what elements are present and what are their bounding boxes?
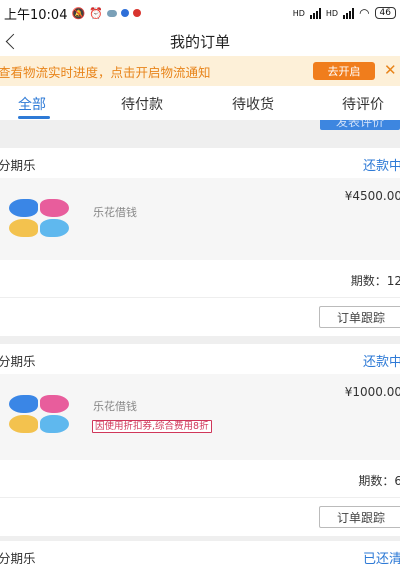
order-header: 分期乐 还款中	[0, 344, 400, 374]
installment-periods: 期数：12	[350, 274, 400, 288]
tab-pending-payment[interactable]: 待付款	[121, 94, 163, 114]
network-type-2: HD	[325, 8, 339, 18]
period-row: 期数：6	[0, 460, 400, 498]
network-type-1: HD	[292, 8, 305, 18]
order-status: 还款中	[362, 159, 400, 174]
logistics-banner: 查看物流实时进度，点击开启物流通知 去开启 ✕	[0, 56, 400, 86]
shop-name: 分期乐	[0, 354, 36, 369]
order-tabs: 全部 待付款 待收货 待评价	[0, 86, 400, 120]
lehua-logo-icon	[9, 395, 71, 433]
status-time: 上午10:04	[4, 7, 68, 23]
notification-icons: 🔕 ⏰	[71, 6, 141, 20]
mute-icon: 🔕	[71, 6, 86, 20]
enable-notification-button[interactable]: 去开启	[313, 62, 375, 80]
tab-all[interactable]: 全部	[18, 94, 46, 114]
product-price: ¥4500.00	[344, 189, 400, 203]
active-tab-indicator	[18, 116, 50, 119]
installment-periods: 期数：6	[358, 474, 400, 488]
chat-app-icon	[106, 9, 117, 17]
product-price: ¥1000.00	[344, 385, 400, 399]
app-icon-blue	[120, 9, 129, 17]
close-icon[interactable]: ✕	[384, 61, 397, 79]
tab-pending-review[interactable]: 待评价	[342, 94, 384, 114]
period-row: 期数：12	[0, 260, 400, 298]
order-tracking-button[interactable]: 订单跟踪	[319, 306, 400, 328]
order-card[interactable]: 分期乐 还款中 乐花借钱 ¥1000.00 因使用折扣券,综合费用8折 期数：6…	[0, 344, 400, 536]
order-product[interactable]: 乐花借钱 ¥4500.00	[0, 178, 400, 260]
wifi-icon: ◠	[359, 6, 370, 20]
order-header: 分期乐 还款中	[0, 148, 400, 178]
tab-pending-receipt[interactable]: 待收货	[232, 94, 274, 114]
back-arrow-icon[interactable]	[0, 28, 21, 54]
signal-icon-2	[343, 7, 355, 19]
lehua-logo-icon	[9, 199, 71, 237]
write-review-button[interactable]: 发表评价	[320, 120, 400, 130]
order-card[interactable]: 分期乐 已还清	[0, 541, 400, 565]
page-title: 我的订单	[169, 32, 230, 51]
status-bar: 上午10:04 🔕 ⏰ HD HD ◠ 46	[0, 0, 400, 26]
order-product[interactable]: 乐花借钱 ¥1000.00 因使用折扣券,综合费用8折	[0, 374, 400, 460]
shop-name: 分期乐	[0, 158, 36, 173]
product-name: 乐花借钱	[93, 206, 137, 219]
action-row: 订单跟踪	[0, 298, 400, 336]
discount-tag: 因使用折扣券,综合费用8折	[92, 420, 212, 433]
status-right: HD HD ◠ 46	[293, 6, 396, 20]
signal-icon	[309, 7, 321, 19]
order-header: 分期乐 已还清	[0, 541, 400, 565]
battery-icon: 46	[374, 7, 396, 19]
nav-bar: 我的订单	[0, 26, 400, 56]
alarm-icon: ⏰	[89, 6, 103, 20]
order-list[interactable]: 发表评价 分期乐 还款中 乐花借钱 ¥4500.00 期数：12 订单跟踪 分期…	[0, 120, 400, 565]
banner-text: 查看物流实时进度，点击开启物流通知	[0, 64, 211, 80]
order-tracking-button[interactable]: 订单跟踪	[319, 506, 400, 528]
shop-name: 分期乐	[0, 551, 36, 565]
order-card[interactable]: 分期乐 还款中 乐花借钱 ¥4500.00 期数：12 订单跟踪	[0, 148, 400, 336]
order-status: 已还清	[362, 552, 400, 565]
order-status: 还款中	[362, 355, 400, 370]
product-name: 乐花借钱	[93, 400, 137, 413]
app-icon-red	[132, 9, 141, 17]
action-row: 订单跟踪	[0, 498, 400, 536]
